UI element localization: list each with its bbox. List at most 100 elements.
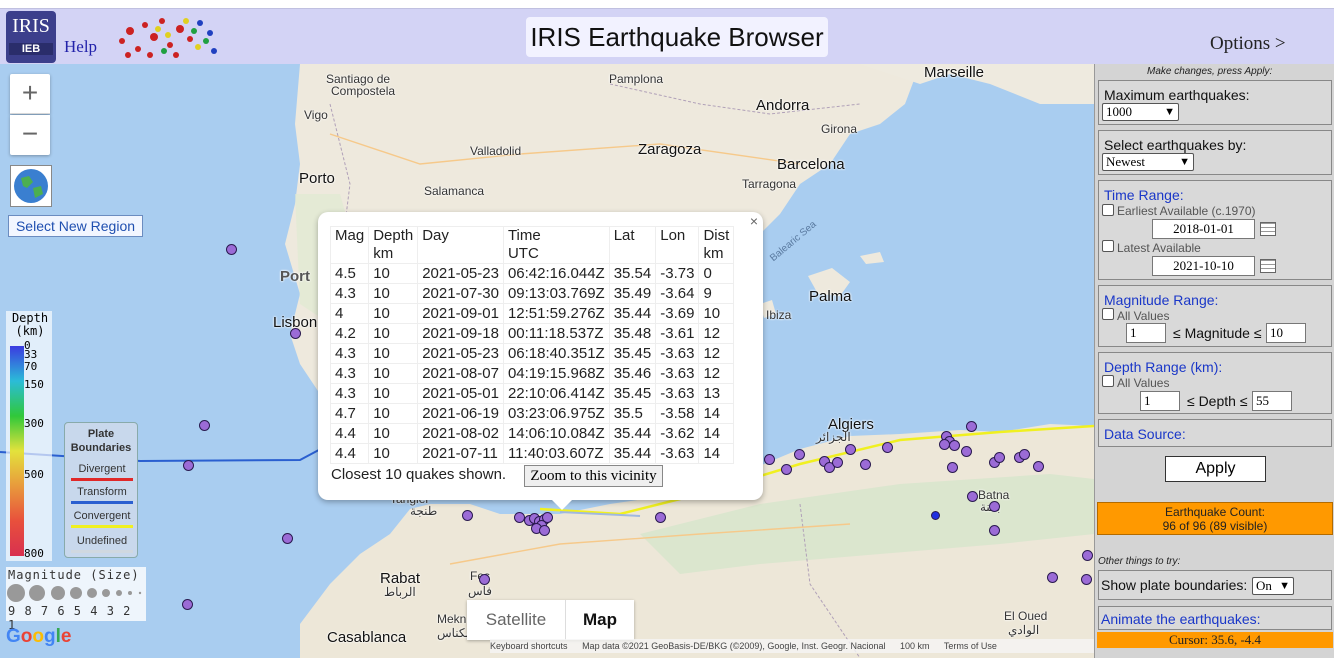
earthquake-marker[interactable] — [949, 440, 960, 451]
plate-boundaries-box: Show plate boundaries: On ▼ — [1098, 570, 1332, 600]
globe-icon[interactable] — [10, 165, 52, 207]
close-icon[interactable]: × — [747, 214, 761, 228]
earthquake-marker[interactable] — [539, 525, 550, 536]
table-cell: 11:40:03.607Z — [502, 443, 610, 464]
table-cell: 06:42:16.044Z — [502, 263, 610, 284]
mag-all-values-checkbox[interactable] — [1102, 308, 1114, 320]
plate-boundaries-select[interactable]: On ▼ — [1252, 577, 1294, 595]
calendar-icon[interactable] — [1260, 222, 1276, 236]
scale-bar[interactable]: 100 km — [900, 641, 930, 651]
earthquake-marker[interactable] — [989, 501, 1000, 512]
earthquake-marker[interactable] — [989, 525, 1000, 536]
earthquake-marker[interactable] — [1082, 550, 1093, 561]
earthquake-marker[interactable] — [226, 244, 237, 255]
earthquake-marker[interactable] — [182, 599, 193, 610]
end-date-input[interactable]: 2021-10-10 — [1152, 256, 1255, 276]
earthquake-marker[interactable] — [967, 491, 978, 502]
table-body: 4.5 10 2021-05-23 06:42:16.044Z 35.54 -3.73 0 4… — [329, 263, 735, 464]
select-by-select[interactable]: Newest ▼ — [1102, 153, 1194, 171]
earthquake-marker[interactable] — [994, 452, 1005, 463]
latest-checkbox[interactable] — [1102, 240, 1114, 252]
earthquake-marker[interactable] — [860, 459, 871, 470]
table-cell: 10 — [368, 403, 419, 424]
city-label: Mekn — [437, 612, 467, 626]
data-source-label[interactable]: Data Source: — [1104, 426, 1186, 442]
earthquake-marker[interactable] — [794, 449, 805, 460]
city-label: Compostela — [331, 84, 396, 98]
max-quakes-select[interactable]: 1000 ▼ — [1102, 103, 1179, 121]
earliest-label: Earliest Available (c.1970) — [1117, 204, 1256, 218]
city-label: Andorra — [756, 97, 810, 114]
earthquake-marker[interactable] — [947, 462, 958, 473]
table-cell: 4 — [329, 303, 370, 324]
select-new-region-button[interactable]: Select New Region — [8, 215, 143, 237]
max-quakes-label: Maximum earthquakes: — [1104, 87, 1250, 103]
depth-tick: 300 — [24, 417, 44, 430]
table-cell: 35.46 — [608, 363, 657, 384]
depth-all-values-checkbox[interactable] — [1102, 375, 1114, 387]
earthquake-marker[interactable] — [845, 444, 856, 455]
earthquake-marker[interactable] — [1047, 572, 1058, 583]
col-time: Time UTC — [502, 226, 610, 264]
map-button[interactable]: Map — [565, 600, 634, 640]
city-label: Porto — [299, 170, 335, 187]
earthquake-marker[interactable] — [655, 512, 666, 523]
table-cell: 4.3 — [329, 343, 370, 364]
city-label: Marseille — [924, 64, 985, 81]
earthquake-marker[interactable] — [183, 460, 194, 471]
earthquake-marker[interactable] — [462, 510, 473, 521]
max-quakes-box: Maximum earthquakes: 1000 ▼ — [1098, 80, 1332, 125]
help-link[interactable]: Help — [64, 37, 97, 57]
earthquake-marker[interactable] — [199, 420, 210, 431]
table-cell: 2021-09-01 — [417, 303, 504, 324]
earthquake-marker[interactable] — [939, 439, 950, 450]
zoom-to-vicinity-button[interactable]: Zoom to this vicinity — [524, 465, 663, 487]
mag-max-input[interactable]: 10 — [1266, 323, 1306, 343]
selected-earthquake-marker[interactable] — [931, 511, 940, 520]
depth-max-input[interactable]: 55 — [1252, 391, 1292, 411]
data-source-box: Data Source: — [1098, 419, 1332, 447]
cursor-readout: Cursor: 35.6, -4.4 — [1097, 632, 1333, 648]
plate-boundaries-label: Show plate boundaries: — [1101, 577, 1248, 593]
earthquake-marker[interactable] — [290, 328, 301, 339]
earthquake-marker[interactable] — [282, 533, 293, 544]
animate-label[interactable]: Animate the earthquakes: — [1101, 611, 1261, 627]
activity-thumbnail-map[interactable] — [110, 11, 225, 63]
earthquake-marker[interactable] — [781, 464, 792, 475]
table-cell: 06:18:40.351Z — [502, 343, 610, 364]
table-cell: -3.62 — [655, 423, 700, 444]
depth-min-input[interactable]: 1 — [1140, 391, 1180, 411]
iris-logo[interactable]: IRIS IEB — [6, 11, 56, 63]
earthquake-marker[interactable] — [1019, 449, 1030, 460]
plate-boundaries-legend[interactable]: Plate Boundaries Divergent Transform Con… — [64, 422, 138, 558]
table-cell: 4.3 — [329, 283, 370, 304]
options-link[interactable]: Options > — [1210, 33, 1286, 55]
city-label: Valladolid — [470, 144, 522, 158]
zoom-out-button[interactable]: − — [10, 115, 50, 155]
earthquake-marker[interactable] — [882, 442, 893, 453]
earthquake-marker[interactable] — [961, 446, 972, 457]
table-cell: 2021-09-18 — [417, 323, 504, 344]
earthquake-marker[interactable] — [479, 574, 490, 585]
earthquake-marker[interactable] — [832, 457, 843, 468]
table-cell: -3.64 — [655, 283, 700, 304]
earthquake-marker[interactable] — [1081, 574, 1092, 585]
start-date-input[interactable]: 2018-01-01 — [1152, 219, 1255, 239]
earthquake-marker[interactable] — [1033, 461, 1044, 472]
keyboard-shortcuts-link[interactable]: Keyboard shortcuts — [490, 641, 568, 651]
table-cell: 10 — [368, 303, 419, 324]
satellite-button[interactable]: Satellite — [467, 600, 565, 640]
earliest-checkbox[interactable] — [1102, 204, 1114, 216]
earthquake-marker[interactable] — [764, 454, 775, 465]
mag-min-input[interactable]: 1 — [1126, 323, 1166, 343]
table-cell: 13 — [698, 383, 735, 404]
apply-button[interactable]: Apply — [1165, 456, 1266, 482]
logo-subtext: IEB — [9, 43, 53, 55]
earthquake-marker[interactable] — [966, 421, 977, 432]
plate-legend-item: Convergent — [69, 508, 135, 528]
table-cell: 03:23:06.975Z — [502, 403, 610, 424]
table-row: 4.2 10 2021-09-18 00:11:18.537Z 35.48 -3.61 12 — [329, 323, 735, 344]
zoom-in-button[interactable]: + — [10, 74, 50, 114]
calendar-icon[interactable] — [1260, 259, 1276, 273]
terms-link[interactable]: Terms of Use — [944, 641, 997, 651]
